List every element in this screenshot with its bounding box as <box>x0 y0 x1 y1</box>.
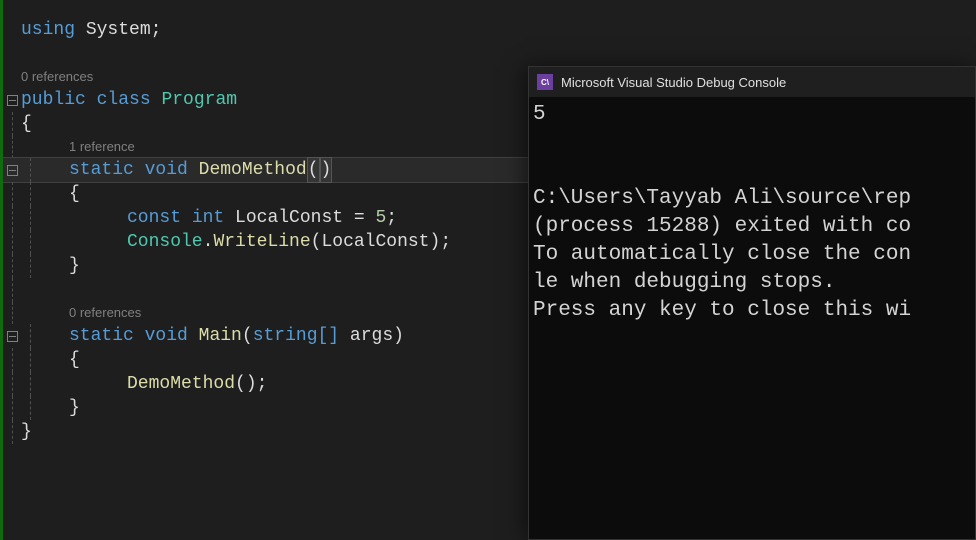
debug-console-window[interactable]: C\ Microsoft Visual Studio Debug Console… <box>528 66 976 540</box>
keyword-public: public <box>21 88 86 112</box>
console-line: (process 15288) exited with co <box>533 215 911 238</box>
brace-close-class: } <box>21 420 32 444</box>
brace-open: { <box>69 182 80 206</box>
keyword-static: static <box>69 158 134 182</box>
paren-close: ) <box>320 157 333 183</box>
console-icon: C\ <box>537 74 553 90</box>
identifier-localconst: LocalConst <box>235 206 343 230</box>
keyword-const: const <box>127 206 181 230</box>
codelens-main[interactable]: 0 references <box>69 301 141 325</box>
type-string-array: string[] <box>253 324 339 348</box>
keyword-class: class <box>97 88 151 112</box>
number-literal: 5 <box>375 206 386 230</box>
fold-toggle-demomethod[interactable] <box>3 165 21 176</box>
method-writeline: WriteLine <box>213 230 310 254</box>
keyword-void: void <box>145 158 188 182</box>
identifier-system: System <box>86 18 151 42</box>
fold-toggle-class[interactable] <box>3 95 21 106</box>
console-titlebar[interactable]: C\ Microsoft Visual Studio Debug Console <box>529 67 975 97</box>
console-output[interactable]: 5 C:\Users\Tayyab Ali\source\rep (proces… <box>529 97 975 329</box>
console-line: To automatically close the con <box>533 243 911 266</box>
output-value: 5 <box>533 103 546 126</box>
type-program: Program <box>161 88 237 112</box>
method-main: Main <box>199 324 242 348</box>
console-line: Press any key to close this wi <box>533 299 911 322</box>
fold-toggle-main[interactable] <box>3 331 21 342</box>
codelens-demomethod[interactable]: 1 reference <box>69 135 135 159</box>
keyword-int: int <box>192 206 224 230</box>
call-demomethod: DemoMethod <box>127 372 235 396</box>
method-demomethod: DemoMethod <box>199 158 307 182</box>
brace-open: { <box>21 112 32 136</box>
console-title: Microsoft Visual Studio Debug Console <box>561 75 786 90</box>
console-line: C:\Users\Tayyab Ali\source\rep <box>533 187 911 210</box>
console-line: le when debugging stops. <box>533 271 835 294</box>
keyword-using: using <box>21 18 75 42</box>
paren-open: ( <box>307 157 320 183</box>
param-args: args <box>339 324 393 348</box>
codelens-class[interactable]: 0 references <box>21 65 93 89</box>
brace-close: } <box>69 254 80 278</box>
type-console: Console <box>127 230 203 254</box>
